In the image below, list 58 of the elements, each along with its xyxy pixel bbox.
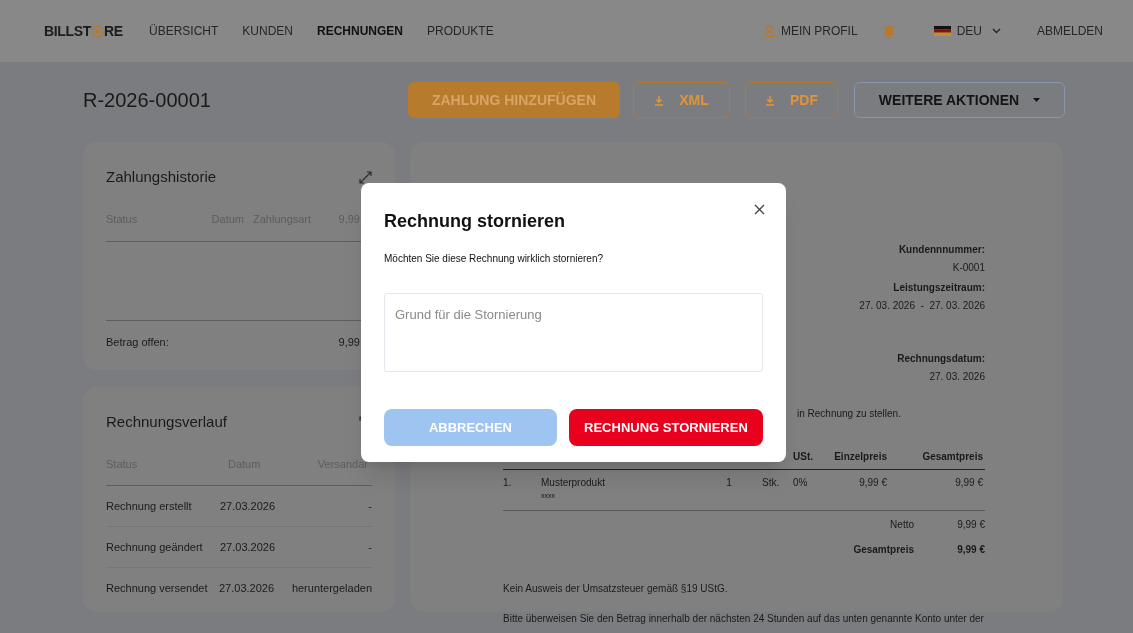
table-cell-text: 27.03.2026: [219, 581, 275, 597]
table-cell-text: -: [367, 498, 372, 514]
caret-icon: [1033, 98, 1041, 102]
table-cell-text: -: [367, 539, 372, 555]
table-cell-text: 0%: [792, 476, 809, 490]
logout-link[interactable]: ABMELDEN: [1036, 22, 1103, 40]
confirm-cancel-button[interactable]: RECHNUNG STORNIEREN: [568, 409, 763, 446]
intro-text: in Rechnung zu stellen.: [797, 407, 902, 421]
note-text: Bitte überweisen Sie den Betrag innerhalb der nächsten 24 Stunden auf das unten genannte Konto unter der: [503, 611, 985, 626]
table-cell-text: 27.03.2026: [220, 498, 276, 514]
card-title: Rechnungsverlauf: [106, 412, 227, 432]
column-header: Einzelpreis: [833, 450, 887, 464]
nav-tab[interactable]: RECHNUNGEN: [317, 22, 404, 40]
reason-field[interactable]: Grund für die Stornierung: [384, 293, 763, 372]
chevron-down-icon: [991, 28, 1001, 34]
nav-tab[interactable]: ÜBERSICHT: [149, 22, 219, 40]
profile-link[interactable]: MEIN PROFIL: [763, 22, 858, 40]
more-actions-button[interactable]: WEITERE AKTIONEN: [854, 82, 1065, 118]
meta-label: Leistungszeitraum:: [893, 281, 985, 295]
table-cell-text: Rechnung geändert: [106, 539, 204, 555]
meta-value: 27. 03. 2026: [929, 370, 985, 384]
meta-label: Kundennnummer:: [898, 243, 985, 257]
table-cell-text: 9,99 €: [954, 476, 983, 490]
column-header: USt.: [792, 450, 814, 464]
note-text: Kein Ausweis der Umsatzsteuer gemäß §19 UStG.: [503, 581, 729, 596]
close-icon[interactable]: [754, 204, 765, 215]
table-cell-text: Stk.: [761, 476, 781, 490]
download-icon: [765, 94, 775, 106]
table-cell-text: Rechnung erstellt: [106, 498, 193, 514]
table-cell-text: Rechnung versendet: [106, 581, 209, 597]
table-cell-text: 1.: [503, 476, 513, 490]
table-cell-text: 9,99 €: [858, 476, 887, 490]
user-icon: [763, 25, 775, 37]
dialog-message: Möchten Sie diese Rechnung wirklich stornieren?: [384, 252, 604, 266]
table-cell-text: heruntergeladen: [290, 581, 372, 597]
table-cell-text: 27.03.2026: [220, 539, 276, 555]
column-header: Gesamtpreis: [921, 450, 983, 464]
nav-tab[interactable]: KUNDEN: [242, 22, 293, 40]
flag-icon: [933, 26, 951, 36]
total-value: 9,99 €: [956, 517, 985, 532]
meta-value: 27. 03. 2026 - 27. 03. 2026: [859, 299, 985, 313]
meta-label: Rechnungsdatum:: [897, 352, 985, 366]
table-cell-text: Musterprodukt: [541, 476, 606, 490]
expand-icon[interactable]: [359, 170, 372, 184]
logo[interactable]: BILLST RE: [44, 20, 149, 42]
language-select[interactable]: DEU: [933, 22, 1001, 40]
total-value: 9,99 €: [956, 542, 985, 557]
nav-tab[interactable]: PRODUKTE: [427, 22, 494, 40]
download-icon: [654, 94, 665, 106]
meta-value: K-0001: [952, 261, 985, 275]
invoice-number: R-2026-00001: [83, 88, 212, 113]
total-label: Gesamtpreis: [853, 542, 914, 557]
total-label: Netto: [890, 517, 914, 532]
open-amount-value: 9,99: [338, 335, 360, 350]
dialog-title: Rechnung stornieren: [384, 210, 566, 233]
card-title: Zahlungshistorie: [106, 167, 217, 187]
table-cell-text: 1: [725, 476, 733, 490]
open-amount-label: Betrag offen:: [106, 335, 169, 350]
